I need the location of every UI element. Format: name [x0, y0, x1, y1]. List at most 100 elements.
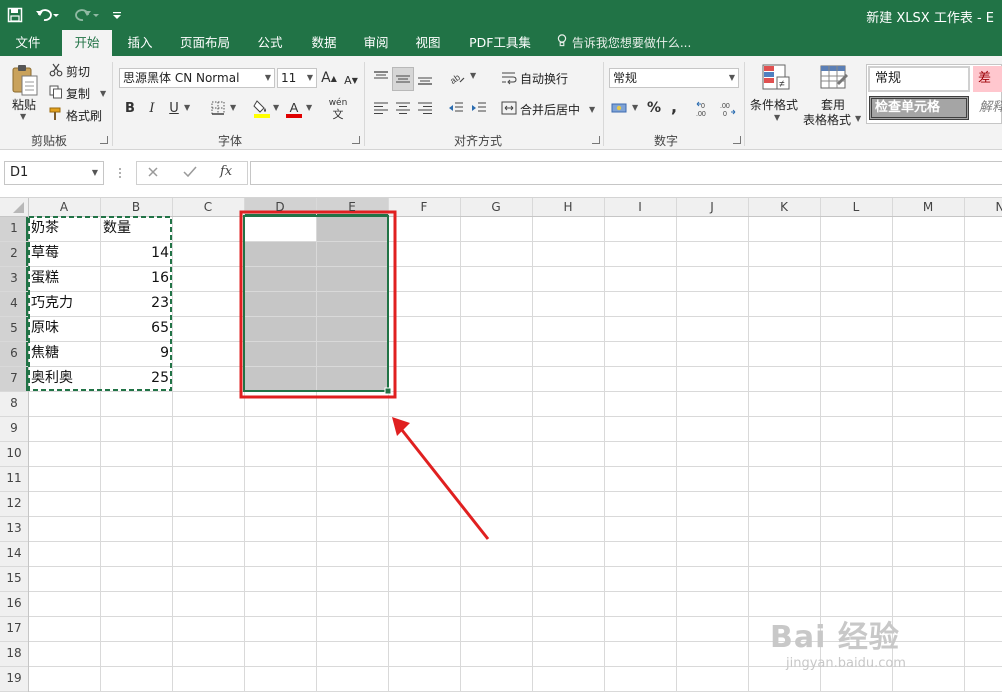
wrap-text-button[interactable]: 自动换行 [520, 70, 568, 87]
font-dialog-launcher-icon[interactable] [352, 136, 360, 144]
increase-indent-icon[interactable] [469, 98, 489, 118]
alignment-dialog-launcher-icon[interactable] [592, 136, 600, 144]
style-normal[interactable]: 常规 [868, 66, 970, 92]
tab-view[interactable]: 视图 [404, 30, 452, 56]
column-header-l[interactable]: L [820, 198, 892, 216]
data-cell[interactable]: 23 [100, 291, 172, 316]
align-bottom-icon[interactable] [415, 67, 435, 89]
underline-button[interactable]: U [166, 98, 182, 118]
align-left-icon[interactable] [371, 98, 391, 118]
shrink-font-button[interactable]: A ▼ [343, 70, 359, 90]
cancel-entry-icon[interactable] [146, 165, 164, 183]
tab-data[interactable]: 数据 [300, 30, 348, 56]
column-header-g[interactable]: G [460, 198, 532, 216]
align-middle-icon[interactable] [392, 67, 414, 91]
paste-icon[interactable] [8, 60, 42, 100]
conditional-formatting-button[interactable]: 条件格式 [750, 96, 798, 113]
decrease-decimal-icon[interactable]: .00 0 [718, 98, 740, 120]
format-table-dropdown-icon[interactable]: ▼ [855, 114, 861, 123]
accounting-format-icon[interactable] [609, 98, 631, 118]
data-cell[interactable]: 14 [100, 241, 172, 266]
column-header-d[interactable]: D [244, 198, 316, 216]
number-dialog-launcher-icon[interactable] [733, 136, 741, 144]
clipboard-dialog-launcher-icon[interactable] [100, 136, 108, 144]
align-center-icon[interactable] [393, 98, 413, 118]
data-cell[interactable]: 巧克力 [28, 291, 100, 316]
font-name-select[interactable]: 思源黑体 CN Normal ▼ [119, 68, 275, 88]
grow-font-button[interactable]: A ▲ [321, 68, 337, 88]
merge-center-button[interactable]: 合并后居中 [520, 101, 580, 118]
column-header-f[interactable]: F [388, 198, 460, 216]
align-top-icon[interactable] [371, 67, 391, 89]
fill-color-icon[interactable] [252, 98, 272, 120]
row-header-18[interactable]: 18 [0, 641, 28, 666]
column-header-i[interactable]: I [604, 198, 676, 216]
cut-icon[interactable] [48, 62, 64, 78]
customize-qat-icon[interactable] [110, 0, 124, 30]
confirm-entry-icon[interactable] [182, 165, 200, 183]
tab-insert[interactable]: 插入 [116, 30, 164, 56]
align-right-icon[interactable] [415, 98, 435, 118]
data-cell[interactable]: 蛋糕 [28, 266, 100, 291]
name-box[interactable]: D1 ▼ [4, 161, 104, 185]
row-header-4[interactable]: 4 [0, 291, 28, 316]
copy-icon[interactable] [48, 84, 64, 100]
copy-button[interactable]: 复制 [66, 85, 90, 102]
font-size-select[interactable]: 11 ▼ [277, 68, 317, 88]
data-cell[interactable]: 25 [100, 366, 172, 391]
row-header-8[interactable]: 8 [0, 391, 28, 416]
orientation-icon[interactable]: ab [446, 67, 468, 89]
tell-me-box[interactable]: 告诉我您想要做什么... [556, 30, 691, 56]
column-header-e[interactable]: E [316, 198, 388, 216]
underline-dropdown-icon[interactable]: ▼ [184, 103, 190, 112]
decrease-indent-icon[interactable] [446, 98, 466, 118]
format-painter-icon[interactable] [48, 106, 64, 122]
data-cell[interactable]: 草莓 [28, 241, 100, 266]
column-header-k[interactable]: K [748, 198, 820, 216]
percent-style-button[interactable]: % [644, 98, 664, 118]
column-header-a[interactable]: A [28, 198, 100, 216]
increase-decimal-icon[interactable]: 0.00 [694, 98, 716, 120]
save-icon[interactable] [4, 0, 26, 30]
row-header-1[interactable]: 1 [0, 216, 28, 241]
merge-dropdown-icon[interactable]: ▼ [589, 105, 595, 114]
row-header-17[interactable]: 17 [0, 616, 28, 641]
row-header-14[interactable]: 14 [0, 541, 28, 566]
accounting-dropdown-icon[interactable]: ▼ [632, 103, 638, 112]
format-as-table-button[interactable]: 表格格式 [803, 111, 851, 128]
cut-button[interactable]: 剪切 [66, 63, 90, 80]
conditional-dropdown-icon[interactable]: ▼ [774, 113, 780, 122]
italic-button[interactable]: I [144, 98, 160, 118]
formula-input[interactable] [250, 161, 1002, 185]
tab-review[interactable]: 审阅 [352, 30, 400, 56]
column-header-c[interactable]: C [172, 198, 244, 216]
borders-dropdown-icon[interactable]: ▼ [230, 103, 236, 112]
font-color-dropdown-icon[interactable]: ▼ [306, 103, 312, 112]
fill-color-dropdown-icon[interactable]: ▼ [273, 103, 279, 112]
phonetic-guide-button[interactable]: wén 文 [326, 96, 350, 122]
header-cell[interactable]: 数量 [100, 216, 172, 241]
row-header-13[interactable]: 13 [0, 516, 28, 541]
conditional-formatting-icon[interactable]: ≠ [760, 62, 792, 94]
column-header-n[interactable]: N [964, 198, 1002, 216]
row-header-6[interactable]: 6 [0, 341, 28, 366]
redo-icon[interactable] [72, 0, 102, 30]
style-bad[interactable]: 差 [973, 66, 1002, 92]
row-header-10[interactable]: 10 [0, 441, 28, 466]
data-cell[interactable]: 9 [100, 341, 172, 366]
copy-dropdown-icon[interactable]: ▼ [100, 89, 106, 98]
number-format-select[interactable]: 常规 ▼ [609, 68, 739, 88]
borders-icon[interactable] [209, 99, 227, 117]
row-header-15[interactable]: 15 [0, 566, 28, 591]
wrap-text-icon[interactable] [500, 67, 518, 89]
merge-center-icon[interactable] [500, 98, 518, 118]
row-header-16[interactable]: 16 [0, 591, 28, 616]
row-header-11[interactable]: 11 [0, 466, 28, 491]
data-cell[interactable]: 原味 [28, 316, 100, 341]
row-header-9[interactable]: 9 [0, 416, 28, 441]
column-header-h[interactable]: H [532, 198, 604, 216]
tab-page-layout[interactable]: 页面布局 [170, 30, 240, 56]
row-header-7[interactable]: 7 [0, 366, 28, 391]
orientation-dropdown-icon[interactable]: ▼ [470, 71, 476, 80]
style-check-cell[interactable]: 检查单元格 [869, 96, 969, 120]
